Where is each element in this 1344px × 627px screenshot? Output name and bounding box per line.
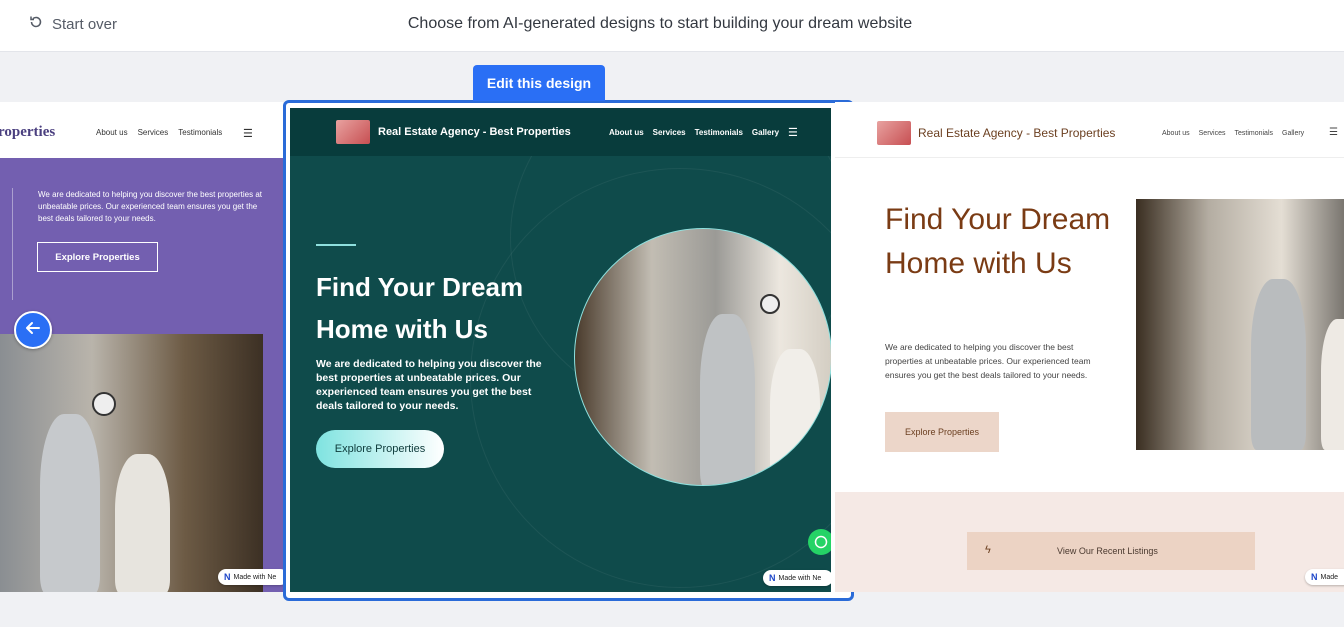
design-card-right[interactable]: Real Estate Agency - Best Properties Abo… xyxy=(835,102,1344,592)
clock-icon xyxy=(92,392,116,416)
photo-figure-man xyxy=(1251,279,1306,450)
right-logo: Real Estate Agency - Best Properties xyxy=(918,126,1116,140)
left-hero-line xyxy=(12,188,13,300)
middle-nav-about[interactable]: About us xyxy=(609,128,644,137)
photo-figure-woman xyxy=(115,454,170,592)
middle-hero-dash xyxy=(316,244,356,246)
middle-hero-photo xyxy=(574,228,831,486)
right-hero-photo xyxy=(1136,199,1344,450)
whatsapp-icon[interactable] xyxy=(808,529,831,555)
photo-figure-man xyxy=(700,314,755,485)
view-listings-label: View Our Recent Listings xyxy=(1057,546,1158,556)
left-nav-about[interactable]: About us xyxy=(96,128,128,137)
right-nav-links: About us Services Testimonials Gallery xyxy=(1162,130,1304,137)
made-with-badge[interactable]: N Made xyxy=(1305,569,1344,585)
right-nav: Real Estate Agency - Best Properties Abo… xyxy=(835,102,1344,158)
edit-design-button[interactable]: Edit this design xyxy=(473,65,605,101)
neo-logo-icon: N xyxy=(1311,572,1318,582)
neo-logo-icon: N xyxy=(224,572,231,582)
photo-figure-woman xyxy=(1321,319,1344,450)
left-nav-services[interactable]: Services xyxy=(138,128,169,137)
bolt-icon: ϟ xyxy=(985,544,991,556)
left-logo: roperties xyxy=(0,124,56,140)
left-hero-text: We are dedicated to helping you discover… xyxy=(38,190,262,223)
right-nav-services[interactable]: Services xyxy=(1199,130,1226,137)
neo-logo-icon: N xyxy=(769,573,776,583)
right-hero-text: We are dedicated to helping you discover… xyxy=(885,342,1091,380)
middle-hero-title: Find Your Dream Home with Us xyxy=(316,272,524,344)
middle-nav-gallery[interactable]: Gallery xyxy=(752,128,779,137)
middle-logo: Real Estate Agency - Best Properties xyxy=(378,126,571,138)
badge-label: Made with Ne xyxy=(778,574,822,582)
house-logo-icon xyxy=(877,121,911,145)
hamburger-icon[interactable]: ☰ xyxy=(1329,127,1338,138)
left-nav: roperties About us Services Testimonials… xyxy=(0,102,283,158)
middle-hero-text: We are dedicated to helping you discover… xyxy=(316,358,542,412)
top-bar: Start over Choose from AI-generated desi… xyxy=(0,0,1344,52)
right-hero-title: Find Your Dream Home with Us xyxy=(885,203,1111,280)
middle-preview: Real Estate Agency - Best Properties Abo… xyxy=(290,108,831,592)
badge-label: Made with Ne xyxy=(233,573,277,581)
left-explore-button[interactable]: Explore Properties xyxy=(37,242,158,272)
left-hero: We are dedicated to helping you discover… xyxy=(0,158,283,592)
made-with-badge[interactable]: N Made with Ne xyxy=(218,569,283,585)
left-nav-links: About us Services Testimonials xyxy=(96,128,222,137)
right-nav-gallery[interactable]: Gallery xyxy=(1282,130,1304,137)
right-explore-button[interactable]: Explore Properties xyxy=(885,412,999,452)
clock-icon xyxy=(760,294,780,314)
left-hero-photo xyxy=(0,334,263,592)
middle-explore-button[interactable]: Explore Properties xyxy=(316,430,444,468)
hamburger-icon[interactable]: ☰ xyxy=(788,126,798,139)
design-card-left[interactable]: roperties About us Services Testimonials… xyxy=(0,102,283,592)
middle-nav-links: About us Services Testimonials Gallery xyxy=(609,128,779,137)
view-listings-button[interactable]: ϟ View Our Recent Listings xyxy=(967,532,1255,570)
page-title: Choose from AI-generated designs to star… xyxy=(407,15,913,32)
middle-nav-services[interactable]: Services xyxy=(653,128,686,137)
right-nav-testimonials[interactable]: Testimonials xyxy=(1234,130,1273,137)
design-carousel: roperties About us Services Testimonials… xyxy=(0,52,1344,627)
badge-label: Made xyxy=(1320,573,1339,581)
made-with-badge[interactable]: N Made with Ne xyxy=(763,570,831,586)
right-nav-about[interactable]: About us xyxy=(1162,130,1190,137)
arrow-left-icon xyxy=(23,318,43,343)
previous-design-button[interactable] xyxy=(14,311,52,349)
photo-figure-woman xyxy=(770,349,820,485)
left-nav-testimonials[interactable]: Testimonials xyxy=(178,128,222,137)
photo-figure-man xyxy=(40,414,100,592)
house-logo-icon xyxy=(336,120,370,144)
hamburger-icon[interactable]: ☰ xyxy=(243,127,253,140)
design-card-selected[interactable]: Real Estate Agency - Best Properties Abo… xyxy=(283,100,854,601)
right-listings-band: ϟ View Our Recent Listings xyxy=(835,492,1344,592)
middle-nav: Real Estate Agency - Best Properties Abo… xyxy=(290,108,831,156)
middle-nav-testimonials[interactable]: Testimonials xyxy=(695,128,743,137)
